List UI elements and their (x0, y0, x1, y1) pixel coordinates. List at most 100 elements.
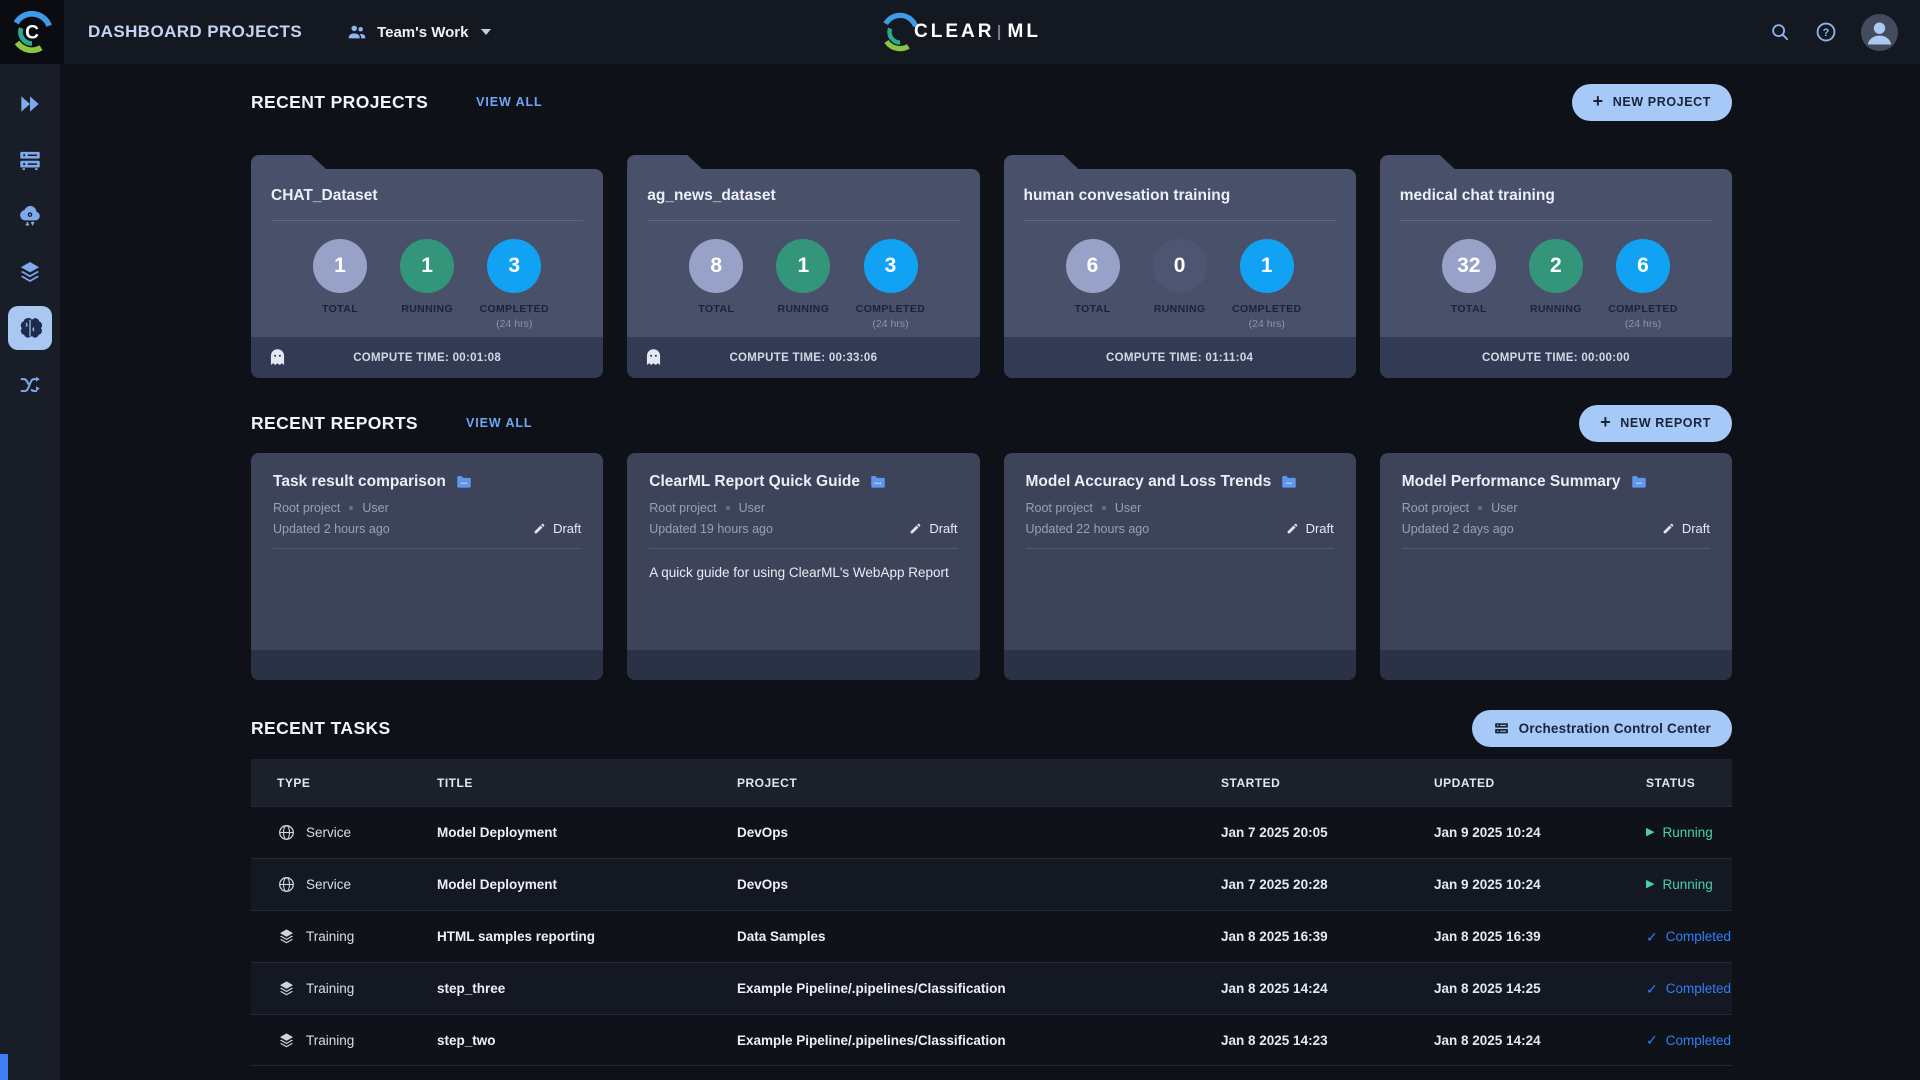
task-status: ▶ ✓ Completed (1646, 1032, 1732, 1048)
report-folder-icon (871, 476, 885, 488)
completed-count: 3 (863, 239, 918, 293)
table-row[interactable]: Service Model Deployment DevOps Jan 7 20… (251, 858, 1732, 910)
sidebar-scroll-indicator[interactable] (0, 1054, 8, 1080)
reports-view-all-link[interactable]: VIEW ALL (466, 416, 532, 430)
search-icon[interactable] (1769, 21, 1791, 43)
sidebar-item-projects-dashboard[interactable] (8, 306, 52, 350)
person-icon (1867, 21, 1892, 45)
profile-avatar[interactable] (1861, 13, 1898, 51)
report-project: Root project (1025, 501, 1093, 515)
wordmark-separator (998, 24, 1001, 40)
sidebar-item-getting-started[interactable] (8, 82, 52, 126)
folder-tab (627, 155, 703, 170)
completed-check-icon: ✓ (1646, 1032, 1658, 1048)
task-title[interactable]: step_three (411, 981, 711, 996)
table-row[interactable]: Service Model Deployment DevOps Jan 7 20… (251, 806, 1732, 858)
clearml-logo[interactable]: C (0, 0, 64, 64)
report-card[interactable]: Model Accuracy and Loss Trends Root proj… (1003, 453, 1356, 680)
project-card[interactable]: medical chat training 32 TOTAL 2 RUNNING (1379, 169, 1732, 378)
project-title: human convesation training (1023, 187, 1231, 204)
report-title: Model Performance Summary (1401, 473, 1621, 490)
report-title: Task result comparison (273, 473, 446, 490)
report-card[interactable]: Model Performance Summary Root project U… (1379, 453, 1732, 680)
task-type: Training (251, 979, 411, 998)
stat-total: 1 TOTAL (297, 239, 383, 330)
total-count: 32 (1441, 239, 1496, 293)
sidebar-item-applications[interactable] (8, 194, 52, 238)
layers-icon (280, 1032, 293, 1047)
stat-total: 32 TOTAL (1426, 239, 1512, 330)
task-type: Service (251, 875, 411, 894)
task-type: Training (251, 927, 411, 946)
task-project: DevOps (737, 877, 789, 892)
report-status-badge: Draft (1286, 521, 1334, 536)
completed-count: 3 (487, 239, 542, 293)
task-project: Example Pipeline/.pipelines/Classificati… (737, 981, 1006, 996)
task-project: DevOps (737, 825, 789, 840)
dot-separator (725, 506, 730, 510)
report-meta: Root project User (1026, 501, 1334, 515)
col-started: STARTED (1221, 775, 1281, 790)
svg-text:?: ? (1823, 27, 1830, 39)
report-card-footer (1003, 650, 1356, 680)
sidebar-item-datasets[interactable] (8, 250, 52, 294)
workspace-selector[interactable]: Team's Work (346, 21, 492, 43)
stat-completed: 3 COMPLETED (24 hrs) (848, 239, 934, 330)
globe-icon (279, 825, 294, 840)
tasks-section-header: RECENT TASKS Orchestration Control Cente… (251, 708, 1732, 748)
report-meta: Root project User (1402, 501, 1710, 515)
stat-window: (24 hrs) (1248, 318, 1285, 330)
sidebar-item-workers-queues[interactable] (8, 138, 52, 182)
orchestration-control-center-button[interactable]: Orchestration Control Center (1471, 709, 1732, 747)
stat-running: 1 RUNNING (760, 239, 846, 330)
stat-completed: 3 COMPLETED (24 hrs) (471, 239, 557, 330)
projects-section-header: RECENT PROJECTS VIEW ALL + NEW PROJECT (251, 82, 1732, 122)
projects-view-all-link[interactable]: VIEW ALL (476, 95, 542, 109)
task-title[interactable]: Model Deployment (411, 825, 711, 840)
new-report-button[interactable]: + NEW REPORT (1579, 404, 1732, 442)
project-card[interactable]: human convesation training 6 TOTAL 0 RUN… (1003, 169, 1356, 378)
svg-text:C: C (25, 23, 39, 44)
task-started: Jan 7 2025 20:05 (1221, 825, 1328, 840)
report-folder-icon (1631, 476, 1646, 488)
ghost-icon (647, 349, 661, 365)
running-count: 0 (1152, 239, 1207, 293)
report-card[interactable]: ClearML Report Quick Guide Root project … (627, 453, 980, 680)
report-updated: Updated 2 hours ago (273, 521, 390, 536)
folder-tab (1004, 155, 1080, 170)
task-title[interactable]: Model Deployment (411, 877, 711, 892)
compute-time: COMPUTE TIME: 01:11:04 (1106, 351, 1254, 364)
recent-tasks-table: TYPE TITLE PROJECT STARTED UPDATED STATU… (251, 759, 1732, 1066)
completed-count: 6 (1616, 239, 1670, 293)
report-author: User (738, 501, 766, 515)
divider (271, 220, 584, 221)
task-title[interactable]: step_two (411, 1033, 711, 1048)
reports-heading: RECENT REPORTS (251, 412, 419, 433)
divider (1023, 220, 1336, 221)
report-card-footer (627, 650, 980, 680)
project-card[interactable]: ag_news_dataset 8 TOTAL 1 RUNNING 3 COMP… (627, 169, 980, 378)
project-card[interactable]: CHAT_Dataset 1 TOTAL 1 RUNNING 3 COMPLET… (251, 169, 604, 378)
new-project-button[interactable]: + NEW PROJECT (1571, 83, 1732, 121)
table-row[interactable]: Training step_three Example Pipeline/.pi… (251, 962, 1732, 1014)
report-author: User (1114, 501, 1142, 515)
brain-projects-icon (20, 317, 43, 338)
task-title[interactable]: HTML samples reporting (411, 929, 711, 944)
report-status-badge: Draft (1662, 521, 1710, 536)
col-status: STATUS (1646, 775, 1696, 790)
table-row[interactable]: Training HTML samples reporting Data Sam… (251, 910, 1732, 962)
stat-running: 0 RUNNING (1137, 239, 1223, 330)
table-row[interactable]: Training step_two Example Pipeline/.pipe… (251, 1014, 1732, 1066)
task-updated: Jan 8 2025 14:25 (1434, 981, 1541, 996)
wordmark-ml: ML (1007, 21, 1041, 42)
sidebar-item-pipelines[interactable] (8, 362, 52, 406)
report-card[interactable]: Task result comparison Root project User… (251, 453, 604, 680)
report-folder-icon (1282, 476, 1297, 488)
report-updated: Updated 19 hours ago (649, 521, 773, 536)
stat-running: 1 RUNNING (384, 239, 470, 330)
report-updated: Updated 2 days ago (1401, 521, 1514, 536)
help-icon[interactable]: ? (1815, 21, 1837, 43)
plus-icon: + (1592, 91, 1604, 111)
stat-running: 2 RUNNING (1513, 239, 1599, 330)
report-updated: Updated 22 hours ago (1025, 521, 1150, 536)
